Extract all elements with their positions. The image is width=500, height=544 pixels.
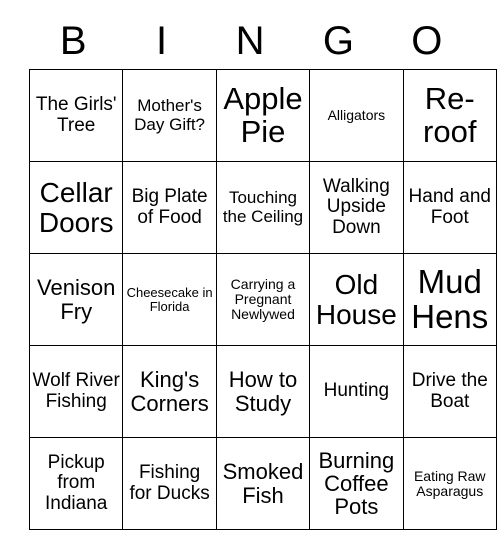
bingo-cell[interactable]: Walking Upside Down bbox=[309, 161, 404, 254]
bingo-cell[interactable]: Mud Hens bbox=[402, 253, 497, 346]
header-letter-n: N bbox=[235, 18, 265, 63]
bingo-row: The Girls' Tree Mother's Day Gift? Apple P… bbox=[28, 69, 497, 162]
bingo-cell[interactable]: Big Plate of Food bbox=[122, 161, 217, 254]
bingo-cell[interactable]: Re-roof bbox=[402, 69, 497, 162]
bingo-cell[interactable]: Carrying a Pregnant Newlywed bbox=[215, 253, 311, 346]
bingo-row: Cellar Doors Big Plate of Food Touching th… bbox=[28, 161, 497, 254]
bingo-cell[interactable]: Apple Pie bbox=[215, 69, 311, 162]
header-letter-i: I bbox=[156, 18, 168, 63]
bingo-cell[interactable]: Burning Coffee Pots bbox=[309, 437, 404, 530]
bingo-cell[interactable]: Mother's Day Gift? bbox=[122, 69, 217, 162]
bingo-cell[interactable]: The Girls' Tree bbox=[28, 69, 124, 162]
header-letter-b: B bbox=[59, 18, 87, 63]
bingo-cell[interactable]: Fishing for Ducks bbox=[122, 437, 217, 530]
bingo-row: Pickup from Indiana Fishing for Ducks Smok… bbox=[28, 437, 497, 530]
bingo-cell[interactable]: Touching the Ceiling bbox=[215, 161, 311, 254]
bingo-cell[interactable]: Drive the Boat bbox=[402, 345, 497, 438]
bingo-cell[interactable]: King's Corners bbox=[122, 345, 217, 438]
header-letter-g: G bbox=[322, 18, 354, 63]
bingo-cell[interactable]: Hand and Foot bbox=[402, 161, 497, 254]
bingo-row: Venison Fry Cheesecake in Florida Carrying… bbox=[28, 253, 497, 346]
bingo-cell[interactable]: Old House bbox=[309, 253, 404, 346]
bingo-cell[interactable]: Cellar Doors bbox=[28, 161, 124, 254]
bingo-cell[interactable]: Pickup from Indiana bbox=[28, 437, 124, 530]
bingo-cell[interactable]: Venison Fry bbox=[28, 253, 124, 346]
bingo-cell[interactable]: Hunting bbox=[309, 345, 404, 438]
bingo-cell[interactable]: Smoked Fish bbox=[215, 437, 311, 530]
bingo-cell[interactable]: Eating Raw Asparagus bbox=[402, 437, 497, 530]
bingo-cell[interactable]: How to Study bbox=[215, 345, 311, 438]
bingo-cell[interactable]: Wolf River Fishing bbox=[28, 345, 124, 438]
bingo-header: B I N G O bbox=[29, 12, 471, 69]
bingo-row: Wolf River Fishing King's Corners How to S… bbox=[28, 345, 497, 438]
bingo-card: B I N G O The Girls' Tree Mother's Day Gi… bbox=[28, 12, 497, 530]
bingo-cell[interactable]: Cheesecake in Florida bbox=[122, 253, 217, 346]
header-letter-o: O bbox=[411, 18, 443, 63]
bingo-cell[interactable]: Alligators bbox=[309, 69, 404, 162]
bingo-grid: The Girls' Tree Mother's Day Gift? Apple P… bbox=[28, 69, 497, 530]
